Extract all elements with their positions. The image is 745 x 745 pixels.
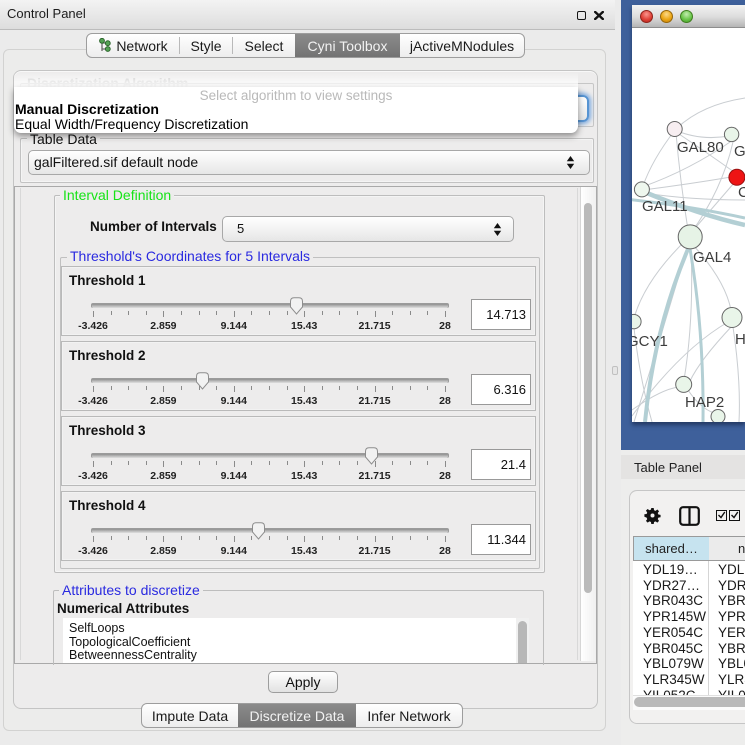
svg-text:C: C <box>738 184 745 201</box>
svg-text:HAP2: HAP2 <box>685 394 724 411</box>
svg-text:GAL11: GAL11 <box>642 198 688 215</box>
svg-text:H: H <box>735 331 745 348</box>
svg-text:GA: GA <box>734 143 745 160</box>
svg-text:GAL80: GAL80 <box>677 139 724 156</box>
svg-text:GCY1: GCY1 <box>632 333 668 350</box>
svg-text:GAL4: GAL4 <box>693 249 731 266</box>
